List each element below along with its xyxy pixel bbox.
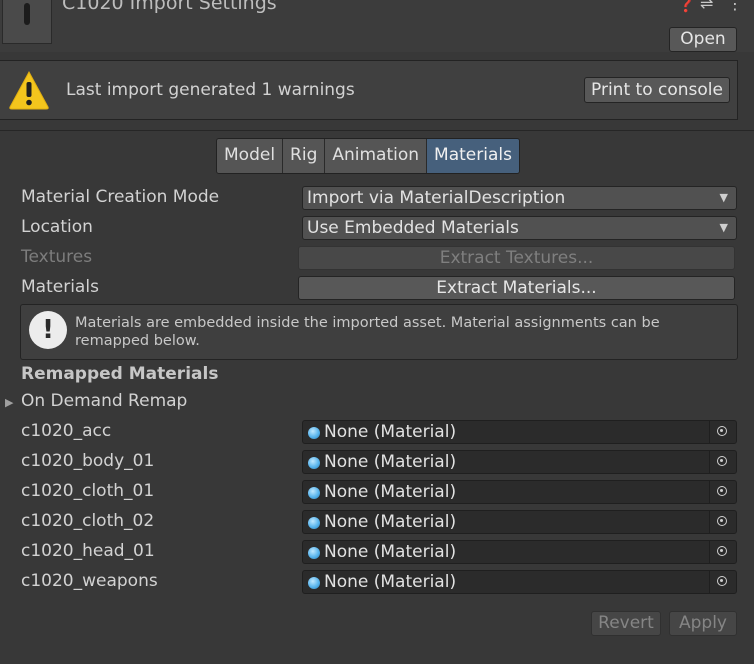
asset-thumbnail [2, 0, 52, 44]
material-object-field[interactable]: None (Material) [302, 540, 737, 564]
material-icon [308, 517, 320, 529]
open-button[interactable]: Open [669, 27, 737, 52]
material-slot-label: c1020_weapons [21, 571, 158, 591]
dropdown-arrow-icon: ▼ [719, 191, 728, 204]
material-slot-label: c1020_head_01 [21, 541, 155, 561]
material-creation-mode-dropdown[interactable]: Import via MaterialDescription ▼ [302, 186, 737, 210]
tab-model[interactable]: Model [217, 139, 284, 173]
warning-message: Last import generated 1 warnings [66, 80, 355, 100]
tab-bar: Model Rig Animation Materials [216, 138, 520, 174]
on-demand-remap-foldout[interactable]: On Demand Remap [21, 391, 187, 411]
material-icon [308, 427, 320, 439]
material-field-value: None (Material) [324, 452, 457, 472]
object-picker-icon[interactable] [709, 511, 736, 533]
extract-textures-button[interactable]: Extract Textures... [298, 246, 735, 270]
divider [0, 130, 754, 131]
material-creation-mode-label: Material Creation Mode [21, 187, 220, 207]
location-dropdown[interactable]: Use Embedded Materials ▼ [302, 216, 737, 240]
material-icon [308, 577, 320, 589]
material-creation-mode-value: Import via MaterialDescription [307, 188, 566, 208]
object-picker-icon[interactable] [709, 571, 736, 593]
material-object-field[interactable]: None (Material) [302, 420, 737, 444]
materials-label: Materials [21, 277, 99, 297]
print-to-console-button[interactable]: Print to console [584, 77, 730, 103]
warning-icon [9, 70, 49, 110]
material-object-field[interactable]: None (Material) [302, 510, 737, 534]
material-object-field[interactable]: None (Material) [302, 570, 737, 594]
preset-icon[interactable]: ⇌ [700, 0, 713, 13]
material-icon [308, 547, 320, 559]
material-icon [308, 457, 320, 469]
location-value: Use Embedded Materials [307, 218, 519, 238]
object-picker-icon[interactable] [709, 541, 736, 563]
material-slot-label: c1020_cloth_01 [21, 481, 155, 501]
location-label: Location [21, 217, 93, 237]
remapped-materials-heading: Remapped Materials [21, 364, 219, 384]
material-object-field[interactable]: None (Material) [302, 480, 737, 504]
dropdown-arrow-icon: ▼ [719, 221, 728, 234]
material-field-value: None (Material) [324, 512, 457, 532]
kebab-menu-icon[interactable]: ⋮ [727, 0, 743, 13]
foldout-arrow-icon[interactable]: ▶ [5, 396, 13, 409]
textures-label: Textures [21, 247, 93, 267]
material-slot-label: c1020_acc [21, 421, 112, 441]
apply-button[interactable]: Apply [669, 611, 737, 636]
material-field-value: None (Material) [324, 482, 457, 502]
tab-rig[interactable]: Rig [283, 139, 326, 173]
material-field-value: None (Material) [324, 422, 457, 442]
material-object-field[interactable]: None (Material) [302, 450, 737, 474]
info-icon: ! [29, 311, 67, 349]
material-slot-label: c1020_cloth_02 [21, 511, 155, 531]
material-field-value: None (Material) [324, 542, 457, 562]
info-message: Materials are embedded inside the import… [75, 315, 660, 349]
help-icon[interactable]: ❓ [676, 0, 696, 13]
inspector-title: C1020 Import Settings [62, 0, 277, 14]
material-field-value: None (Material) [324, 572, 457, 592]
material-slot-label: c1020_body_01 [21, 451, 155, 471]
revert-button[interactable]: Revert [591, 611, 661, 636]
tab-materials[interactable]: Materials [427, 139, 519, 173]
tab-animation[interactable]: Animation [325, 139, 428, 173]
object-picker-icon[interactable] [709, 421, 736, 443]
extract-materials-button[interactable]: Extract Materials... [298, 276, 735, 300]
object-picker-icon[interactable] [709, 481, 736, 503]
object-picker-icon[interactable] [709, 451, 736, 473]
material-icon [308, 487, 320, 499]
